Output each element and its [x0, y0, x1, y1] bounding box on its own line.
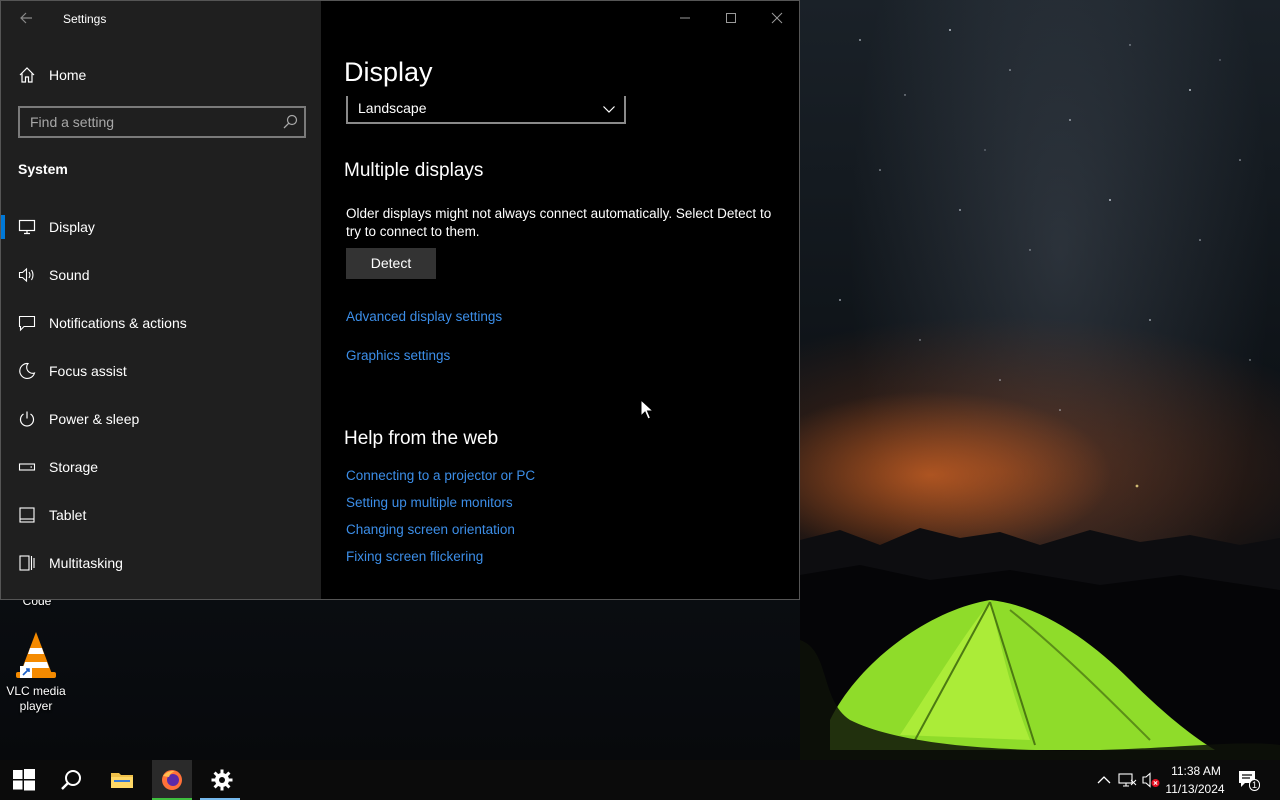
firefox-icon: [162, 770, 182, 790]
maximize-button[interactable]: [708, 1, 754, 33]
back-button[interactable]: [13, 7, 39, 29]
graphics-settings-link[interactable]: Graphics settings: [346, 348, 450, 363]
tablet-icon: [19, 507, 35, 523]
network-icon[interactable]: [1117, 770, 1137, 790]
nav-item-label: Notifications & actions: [49, 315, 187, 331]
display-orientation-select[interactable]: Landscape: [346, 96, 626, 124]
chevron-up-icon[interactable]: [1094, 770, 1114, 790]
file-explorer-taskbar-button[interactable]: [98, 760, 146, 800]
multiple-displays-heading: Multiple displays: [344, 160, 484, 181]
notification-icon: [18, 315, 36, 332]
desktop-icon-vlc-label: VLC media player: [6, 684, 66, 713]
advanced-display-settings-link[interactable]: Advanced display settings: [346, 309, 502, 324]
search-icon: [61, 770, 81, 790]
home-icon: [19, 67, 35, 83]
nav-item-label: Tablet: [49, 507, 87, 523]
nav-item-label: Display: [49, 219, 95, 235]
navigation-pane: Settings Home Find a setting System Disp…: [1, 1, 321, 599]
power-icon: [19, 411, 35, 427]
multitasking-icon: [19, 555, 35, 571]
nav-section-system: System: [18, 161, 68, 177]
nav-item-label: Sound: [49, 267, 90, 283]
help-link-projector[interactable]: Connecting to a projector or PC: [346, 468, 535, 483]
help-from-web-heading: Help from the web: [344, 428, 499, 449]
nav-item-focus-assist[interactable]: Focus assist: [1, 351, 321, 391]
orientation-value: Landscape: [358, 100, 427, 116]
help-link-multiple-monitors[interactable]: Setting up multiple monitors: [346, 495, 513, 510]
storage-icon: [18, 463, 36, 471]
action-center-button[interactable]: 1: [1236, 768, 1260, 792]
clock-time[interactable]: 11:38 AM: [1166, 764, 1226, 778]
speaker-icon: [18, 267, 34, 283]
volume-muted-icon[interactable]: [1141, 770, 1161, 790]
search-taskbar-button[interactable]: [48, 760, 96, 800]
nav-item-power-sleep[interactable]: Power & sleep: [1, 399, 321, 439]
minimize-button[interactable]: [662, 1, 708, 33]
nav-item-display[interactable]: Display: [1, 207, 321, 247]
windows-logo-icon: [13, 769, 35, 791]
search-placeholder: Find a setting: [30, 114, 115, 130]
nav-home-label: Home: [49, 67, 87, 83]
nav-item-sound[interactable]: Sound: [1, 255, 321, 295]
gear-icon: [211, 769, 233, 791]
help-link-screen-orientation[interactable]: Changing screen orientation: [346, 522, 515, 537]
find-setting-search-input[interactable]: Find a setting: [18, 106, 306, 138]
nav-item-label: Storage: [49, 459, 99, 475]
start-button[interactable]: [0, 760, 48, 800]
notification-count-badge: 1: [1249, 779, 1260, 791]
minimize-icon: [680, 17, 690, 19]
window-title: Settings: [63, 12, 107, 26]
desktop-icon-vlc[interactable]: VLC media player: [0, 630, 72, 714]
multiple-displays-description: Older displays might not always connect …: [346, 206, 772, 239]
moon-icon: [19, 362, 36, 379]
close-button[interactable]: [754, 1, 800, 33]
nav-item-label: Multitasking: [49, 555, 123, 571]
chevron-down-icon: [603, 106, 615, 113]
folder-icon: [111, 773, 133, 788]
maximize-icon: [726, 13, 736, 23]
vlc-cone-icon: [16, 632, 56, 678]
page-title: Display: [344, 57, 433, 87]
nav-item-label: Power & sleep: [49, 411, 140, 427]
taskbar: [0, 760, 1280, 800]
nav-item-tablet[interactable]: Tablet: [1, 495, 321, 535]
clock-date[interactable]: 11/13/2024: [1162, 782, 1228, 796]
help-link-screen-flickering[interactable]: Fixing screen flickering: [346, 549, 483, 564]
back-arrow-icon: [20, 12, 32, 24]
nav-item-multitasking[interactable]: Multitasking: [1, 543, 321, 583]
nav-home[interactable]: Home: [1, 59, 321, 91]
nav-item-label: Focus assist: [49, 363, 127, 379]
monitor-icon: [18, 219, 36, 235]
selected-indicator: [1, 215, 5, 239]
settings-window: Settings Home Find a setting System Disp…: [0, 0, 800, 600]
nav-item-notifications[interactable]: Notifications & actions: [1, 303, 321, 343]
close-icon: [771, 12, 783, 24]
mouse-cursor-icon: [640, 399, 654, 420]
settings-taskbar-button[interactable]: [198, 760, 246, 800]
firefox-taskbar-button[interactable]: [152, 760, 192, 800]
search-icon: [283, 114, 298, 129]
detect-button[interactable]: Detect: [346, 248, 436, 279]
nav-item-storage[interactable]: Storage: [1, 447, 321, 487]
